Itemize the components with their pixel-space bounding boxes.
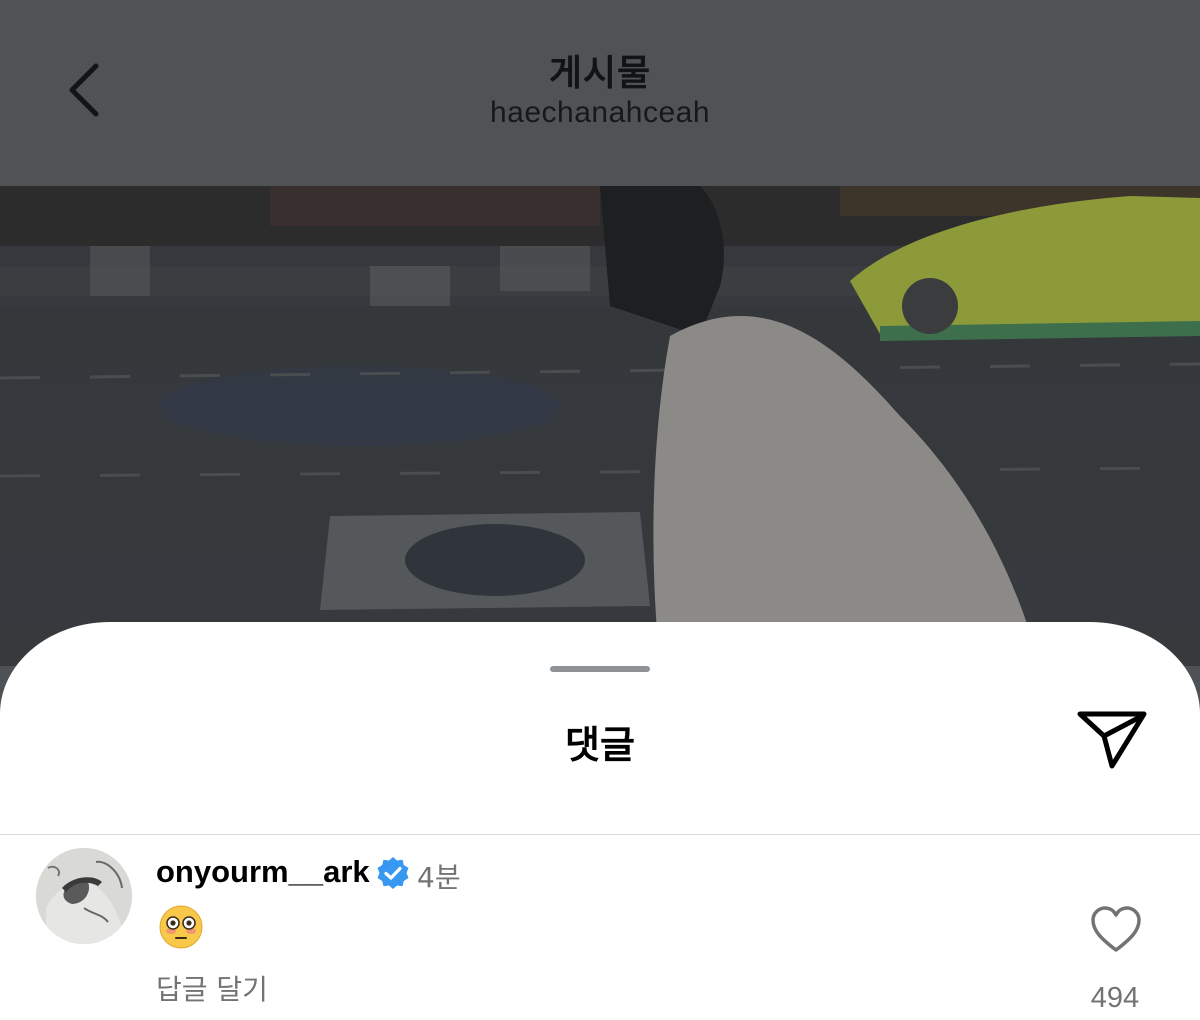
avatar-image	[36, 848, 132, 944]
share-button[interactable]	[1074, 706, 1150, 772]
like-count: 494	[1090, 982, 1140, 1014]
verified-badge-icon	[376, 856, 410, 890]
comment-username[interactable]: onyourm__ark	[156, 854, 370, 890]
photo-image	[0, 186, 1200, 666]
comments-title: 댓글	[565, 723, 635, 767]
drag-handle[interactable]	[550, 666, 650, 672]
comment-timestamp: 4분	[417, 861, 461, 894]
divider	[0, 834, 1200, 835]
post-photo[interactable]	[0, 186, 1200, 666]
post-author-username[interactable]: haechanahceah	[0, 96, 1200, 130]
comment-text	[158, 904, 204, 950]
heart-outline-icon	[1091, 906, 1141, 952]
flushed-face-emoji-icon	[159, 905, 203, 949]
comments-sheet: 댓글 onyourm__ark 4분 답글 달기 494	[0, 622, 1200, 1020]
avatar[interactable]	[36, 848, 132, 944]
page-title: 게시물	[548, 53, 652, 94]
like-button[interactable]	[1090, 906, 1142, 954]
send-icon	[1077, 711, 1147, 769]
post-header: 게시물 haechanahceah	[0, 0, 1200, 186]
reply-button[interactable]: 답글 달기	[156, 968, 268, 1008]
